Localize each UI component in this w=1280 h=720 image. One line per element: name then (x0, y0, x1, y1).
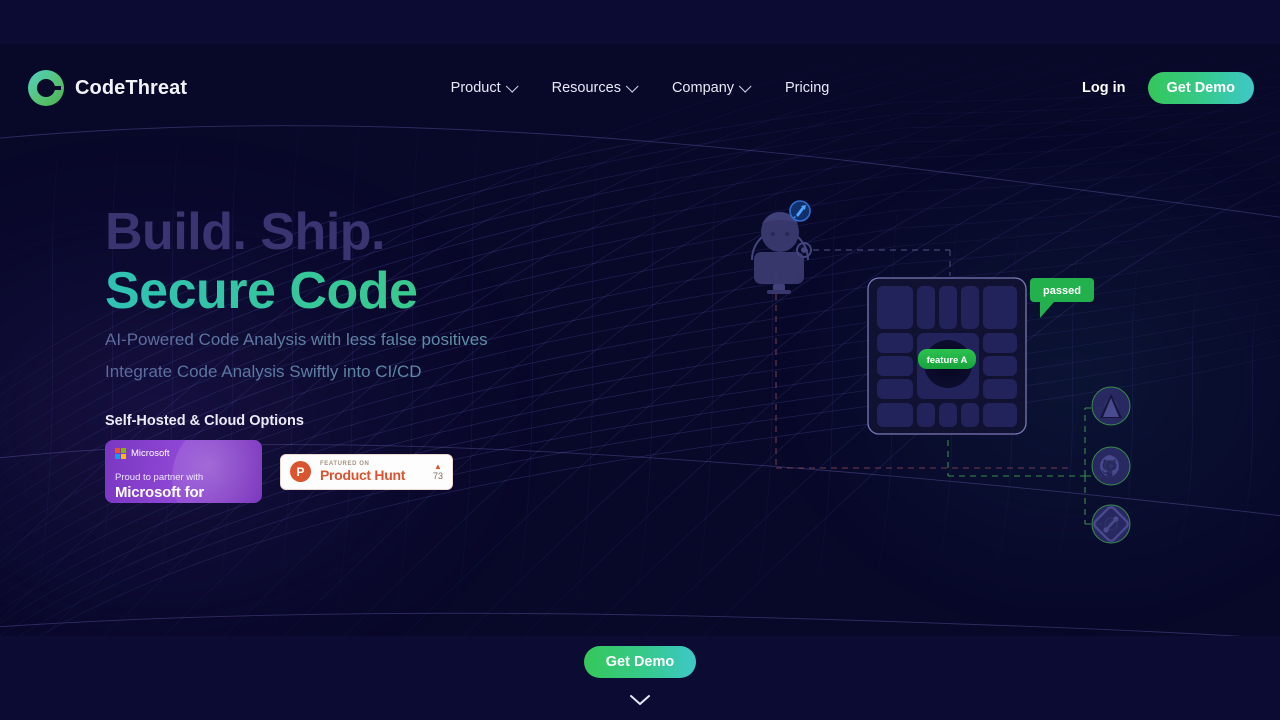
product-hunt-badge[interactable]: P FEATURED ON Product Hunt ▲ 73 (280, 453, 453, 490)
product-hunt-votes: ▲ 73 (432, 461, 443, 481)
microsoft-logo-row: Microsoft (115, 448, 252, 459)
product-hunt-text: FEATURED ON Product Hunt (320, 461, 424, 482)
nav-item-product-label: Product (450, 80, 501, 96)
developer-avatar-icon (751, 212, 812, 294)
nav-item-pricing[interactable]: Pricing (785, 80, 829, 96)
feature-a-chip: feature A (918, 349, 976, 369)
nav-item-company-label: Company (671, 80, 735, 96)
hero-text-block: Build. Ship. Secure Code AI-Powered Code… (105, 205, 725, 429)
header-actions: Log in Get Demo (1082, 72, 1254, 104)
headline-line-1: Build. Ship. (105, 203, 385, 261)
self-hosted-note: Self-Hosted & Cloud Options (105, 413, 304, 430)
bottom-cta-block: Get Demo (0, 646, 1280, 706)
codethreat-logo-icon (28, 70, 64, 106)
rocket-badge-icon (789, 200, 811, 222)
login-link[interactable]: Log in (1082, 80, 1126, 96)
microsoft-for-startups-badge[interactable]: Microsoft Proud to partner with Microsof… (105, 440, 262, 503)
git-branch-icon[interactable] (1091, 504, 1131, 544)
chevron-down-icon (738, 79, 752, 93)
site-header: CodeThreat Product Resources Company Pri… (0, 60, 1280, 116)
nav-item-company[interactable]: Company (671, 79, 752, 96)
pipeline-diagram: feature A passed (751, 200, 1131, 544)
product-hunt-vote-count: 73 (432, 470, 443, 481)
upvote-caret-icon: ▲ (434, 461, 442, 471)
hero-subtitle-2: Integrate Code Analysis Swiftly into CI/… (105, 360, 725, 385)
get-demo-button-header[interactable]: Get Demo (1147, 72, 1254, 104)
nav-item-resources-label: Resources (551, 80, 621, 96)
github-icon[interactable] (1091, 446, 1131, 486)
brand-name: CodeThreat (75, 76, 188, 99)
headline-line-2: Secure Code (105, 262, 725, 320)
passed-callout: passed (1030, 278, 1094, 318)
nav-item-product[interactable]: Product (450, 79, 519, 96)
microsoft-word: Microsoft (131, 448, 170, 459)
chevron-down-icon (625, 79, 639, 93)
feature-a-label: feature A (927, 355, 968, 366)
azure-devops-icon[interactable] (1091, 386, 1131, 426)
microsoft-logo-icon (115, 448, 126, 459)
integration-icons (1091, 386, 1131, 544)
product-hunt-logo-icon: P (290, 461, 311, 482)
microsoft-badge-title: Microsoft for Startups (115, 484, 205, 503)
chevron-down-icon[interactable] (629, 694, 651, 706)
brand-logo[interactable]: CodeThreat (28, 70, 187, 106)
product-hunt-name: Product Hunt (320, 467, 406, 483)
nav-item-resources[interactable]: Resources (551, 79, 639, 96)
hero-subtitle-1: AI-Powered Code Analysis with less false… (105, 328, 725, 353)
nav-item-pricing-label: Pricing (785, 80, 830, 96)
microsoft-badge-subtitle: Proud to partner with (115, 472, 204, 483)
passed-label: passed (1043, 285, 1081, 297)
get-demo-button-bottom[interactable]: Get Demo (583, 646, 697, 678)
chevron-down-icon (505, 79, 519, 93)
hero-illustration: feature A passed (740, 190, 1160, 560)
partner-badges: Microsoft Proud to partner with Microsof… (105, 440, 453, 503)
